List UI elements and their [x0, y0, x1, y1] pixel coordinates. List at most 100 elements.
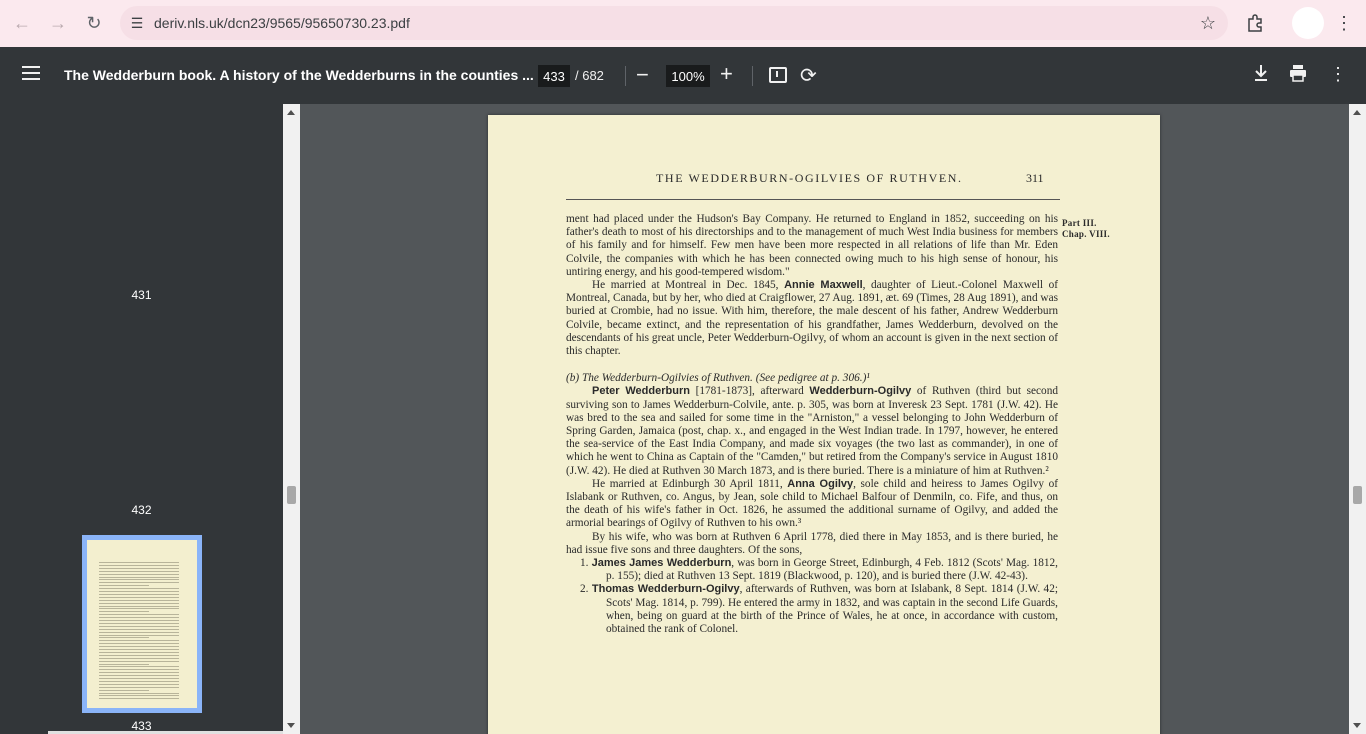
thumbnail-text-line	[99, 649, 179, 650]
browser-menu-icon[interactable]: ⋮	[1334, 8, 1354, 38]
scroll-up-arrow-icon[interactable]	[1353, 110, 1361, 115]
margin-note-part: Part III.	[1062, 218, 1097, 228]
thumbnail-text-line	[99, 666, 179, 668]
thumbnail-text-line	[99, 643, 179, 645]
thumbnail-text-line	[99, 622, 179, 624]
download-icon[interactable]	[1253, 64, 1269, 87]
url-text[interactable]: deriv.nls.uk/dcn23/9565/95650730.23.pdf	[154, 15, 410, 31]
running-head: THE WEDDERBURN-OGILVIES OF RUTHVEN.	[656, 171, 963, 185]
thumbnail-text-line	[99, 625, 179, 627]
scroll-down-arrow-icon[interactable]	[1353, 723, 1361, 728]
toolbar-divider	[625, 66, 626, 86]
thumbnail-text-line	[99, 593, 179, 595]
scroll-up-arrow-icon[interactable]	[287, 110, 295, 115]
thumbnail-text-line	[99, 588, 179, 590]
list-item: 2. Thomas Wedderburn-Ogilvy, afterwards …	[580, 583, 1058, 636]
scroll-down-arrow-icon[interactable]	[287, 723, 295, 728]
thumbnail-text-line	[99, 564, 179, 566]
zoom-out-icon[interactable]: −	[636, 62, 649, 88]
list-item: 1. James James Wedderburn, was born in G…	[580, 557, 1058, 583]
thumbnail-text-line	[99, 608, 179, 610]
thumbnail-text-line	[99, 672, 179, 674]
header-rule	[566, 199, 1060, 200]
thumbnail-text-line	[99, 695, 179, 697]
section-heading: (b) The Wedderburn-Ogilvies of Ruthven. …	[566, 372, 870, 385]
thumbnail-text-line	[99, 680, 179, 682]
thumbnail-text-line	[99, 646, 179, 648]
forward-icon[interactable]: →	[40, 5, 76, 41]
thumbnail-text-line	[99, 576, 179, 578]
thumbnail-text-line	[99, 573, 179, 575]
thumbnail-text-line	[99, 591, 179, 592]
document-title: The Wedderburn book. A history of the We…	[64, 67, 534, 83]
thumbnail-text-line	[99, 651, 179, 653]
paragraph: Peter Wedderburn [1781-1873], afterward …	[566, 385, 1058, 477]
paragraph: ment had placed under the Hudson's Bay C…	[566, 213, 1058, 278]
thumbnail-text-line	[99, 599, 179, 601]
fit-page-icon[interactable]	[769, 67, 787, 83]
profile-avatar[interactable]	[1292, 7, 1324, 39]
zoom-level-input[interactable]: 100%	[666, 65, 710, 87]
thumbnail-text-line	[99, 698, 179, 700]
thumbnail-text-line	[99, 567, 179, 569]
thumbnail-text-line	[99, 675, 179, 677]
thumbnail-text-line	[99, 620, 179, 621]
address-bar[interactable]: ☰ deriv.nls.uk/dcn23/9565/95650730.23.pd…	[120, 6, 1228, 40]
thumbnail-text-line	[99, 579, 179, 581]
thumbnail-text-line	[99, 602, 179, 604]
sidebar-scrollbar[interactable]	[283, 104, 300, 734]
viewer-scrollbar[interactable]	[1349, 104, 1366, 734]
thumbnail-selected-page[interactable]	[82, 535, 202, 713]
thumbnail-label[interactable]: 432	[0, 503, 283, 517]
thumbnail-text-line	[99, 617, 179, 619]
pdf-viewer[interactable]: THE WEDDERBURN-OGILVIES OF RUTHVEN. 311 …	[300, 104, 1349, 734]
page-body: ment had placed under the Hudson's Bay C…	[566, 213, 1058, 636]
thumbnail-text-line	[99, 634, 179, 636]
pdf-toolbar: The Wedderburn book. A history of the We…	[0, 47, 1366, 104]
page-total: / 682	[575, 68, 604, 83]
thumbnail-text-line	[99, 631, 179, 633]
more-options-icon[interactable]: ⋮	[1329, 64, 1347, 85]
thumbnail-text-line	[99, 611, 149, 613]
thumbnail-image	[87, 540, 197, 708]
thumbnail-sidebar: 431 432 433	[0, 104, 283, 734]
print-icon[interactable]	[1289, 64, 1307, 87]
scrollbar-thumb[interactable]	[1353, 486, 1362, 504]
bookmark-star-icon[interactable]: ☆	[1200, 13, 1216, 34]
paragraph: He married at Montreal in Dec. 1845, Ann…	[566, 279, 1058, 358]
thumbnail-text-line	[99, 689, 149, 691]
thumbnail-text-line	[99, 678, 179, 679]
rotate-icon[interactable]: ⟳	[800, 63, 817, 88]
thumbnail-text-line	[99, 683, 179, 685]
thumbnail-text-line	[99, 637, 149, 639]
margin-note-chap: Chap. VIII.	[1062, 229, 1110, 239]
thumbnail-text-line	[99, 654, 179, 656]
back-icon[interactable]: ←	[4, 5, 40, 41]
thumbnail-text-line	[99, 562, 179, 563]
zoom-in-icon[interactable]: +	[720, 61, 733, 87]
thumbnail-text-line	[99, 669, 179, 671]
page-number: 311	[1026, 171, 1044, 185]
reload-icon[interactable]: ↻	[76, 5, 112, 41]
thumbnail-text-line	[99, 605, 179, 607]
sidebar-toggle-icon[interactable]	[22, 66, 40, 80]
thumbnail-text-line	[99, 660, 179, 662]
thumbnail-text-line	[99, 596, 179, 598]
thumbnail-text-line	[99, 686, 179, 688]
paragraph: He married at Edinburgh 30 April 1811, A…	[566, 477, 1058, 530]
site-info-icon[interactable]: ☰	[120, 6, 154, 40]
page-number-input[interactable]: 433	[538, 65, 570, 87]
browser-toolbar: ← → ↻ ☰ deriv.nls.uk/dcn23/9565/95650730…	[0, 0, 1366, 47]
paragraph: By his wife, who was born at Ruthven 6 A…	[566, 530, 1058, 556]
thumbnail-text-line	[99, 640, 179, 642]
thumbnail-text-line	[99, 570, 179, 572]
pdf-page: THE WEDDERBURN-OGILVIES OF RUTHVEN. 311 …	[488, 115, 1160, 734]
toolbar-divider	[752, 66, 753, 86]
scrollbar-thumb[interactable]	[287, 486, 296, 504]
thumbnail-text-line	[99, 614, 179, 616]
thumbnail-text-line	[99, 585, 149, 587]
thumbnail-label[interactable]: 431	[0, 288, 283, 302]
thumbnail-text-line	[99, 582, 179, 584]
extensions-icon[interactable]	[1240, 8, 1270, 38]
thumbnail-text-line	[99, 692, 179, 694]
